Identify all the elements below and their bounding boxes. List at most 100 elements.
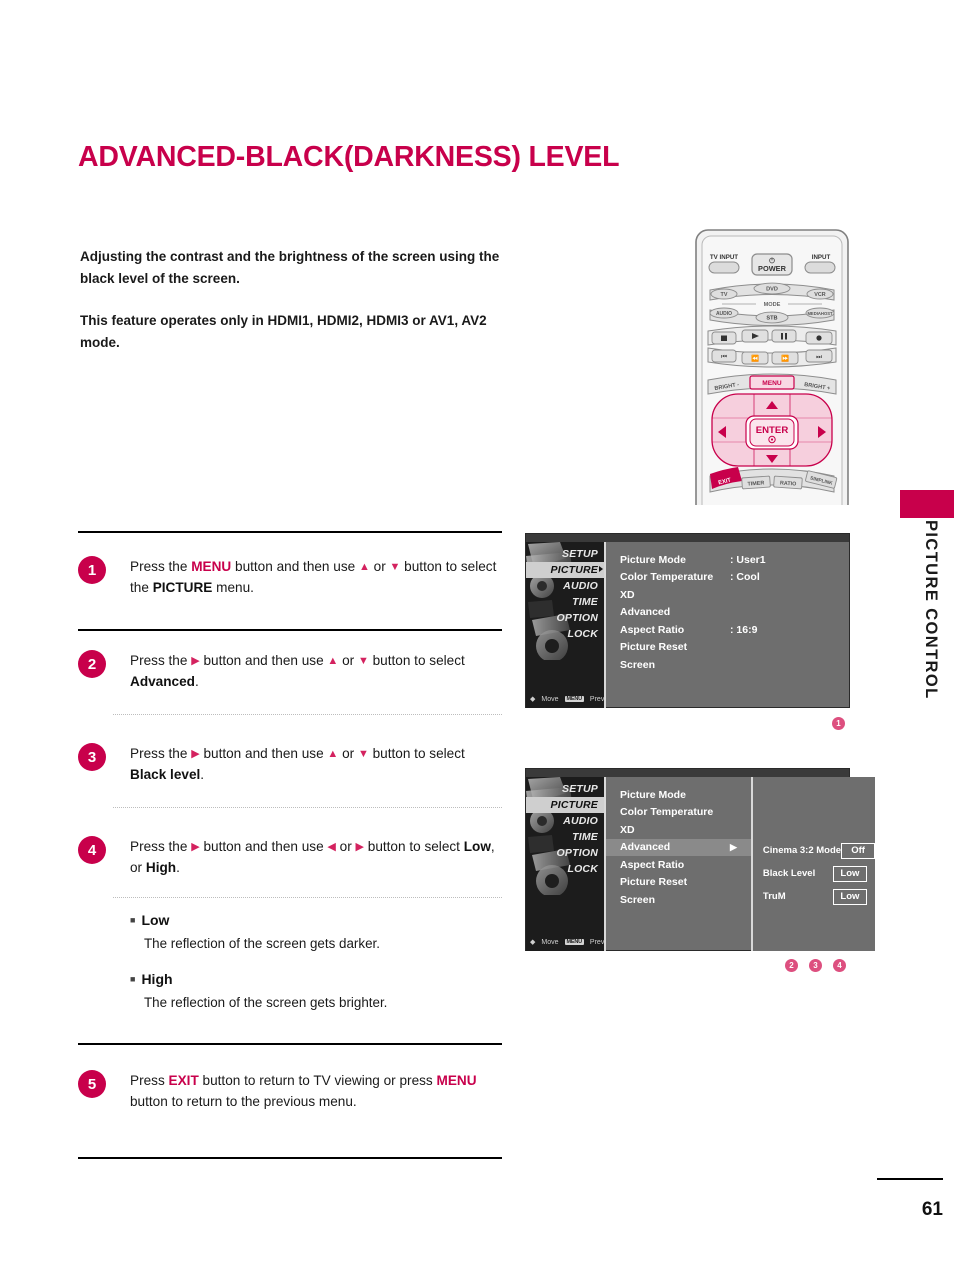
osd2-label-0: Picture Mode (620, 788, 686, 801)
remote-ratio-label: RATIO (780, 480, 797, 487)
right-arrow-icon (191, 749, 199, 760)
page-title: ADVANCED-BLACK(DARKNESS) LEVEL (78, 141, 620, 173)
osd-menu-advanced: SETUP PICTURE AUDIO TIME OPTION LOCK ◆ M… (525, 768, 876, 951)
step-1-mid2: or (369, 559, 390, 574)
section-label: PICTURE CONTROL (922, 520, 940, 700)
osd1-label-4: Aspect Ratio (620, 623, 685, 636)
step-3-pre: Press the (130, 746, 192, 761)
osd2-row-color-temperature[interactable]: Color Temperature (620, 804, 751, 822)
osd1-categories: SETUP PICTURE AUDIO TIME OPTION LOCK (526, 542, 604, 642)
osd2-row-xd[interactable]: XD (620, 821, 751, 839)
step-2: 2 Press the button and then use or butto… (78, 650, 502, 692)
osd2-footer-menu-key: MENU (564, 939, 584, 945)
fast-forward-icon: ⏩ (781, 355, 789, 363)
osd2-category-time[interactable]: TIME (526, 829, 604, 845)
svg-text:MEDIAHOST: MEDIAHOST (807, 311, 833, 316)
osd2-label-4: Aspect Ratio (620, 858, 685, 871)
osd2-category-picture[interactable]: PICTURE (526, 797, 604, 813)
step-4-text: Press the button and then use or button … (130, 836, 502, 878)
osd2-topbar (526, 769, 849, 777)
down-arrow-icon (358, 656, 369, 667)
move-icon: ◆ (530, 696, 536, 703)
osd2-submenu-value-0[interactable]: Off (841, 842, 876, 859)
step-1: 1 Press the MENU button and then use or … (78, 556, 502, 598)
step-3-target: Black level (130, 767, 201, 782)
osd2-category-option[interactable]: OPTION (526, 845, 604, 861)
osd2-row-screen[interactable]: Screen (620, 891, 751, 909)
osd2-row-picture-reset[interactable]: Picture Reset (620, 874, 751, 892)
remote-tv-input-button (708, 261, 740, 274)
step-5-number: 5 (78, 1070, 106, 1098)
svg-text:TV: TV (721, 292, 728, 298)
dotted-divider-1 (113, 714, 502, 715)
divider-bottom (78, 1157, 502, 1159)
step-3-text: Press the button and then use or button … (130, 743, 502, 785)
osd1-category-audio[interactable]: AUDIO (526, 578, 604, 594)
right-arrow-icon (191, 842, 199, 853)
dotted-divider-2 (113, 807, 502, 808)
osd1-items: Picture Mode : User1 Color Temperature :… (606, 542, 849, 708)
osd2-submenu-trum[interactable]: TruM Low (753, 887, 875, 906)
osd1-category-picture-label: PICTURE (550, 564, 598, 576)
osd2-row-picture-mode[interactable]: Picture Mode (620, 786, 751, 804)
osd1-label-1: Color Temperature (620, 571, 714, 584)
osd2-category-picture-label: PICTURE (550, 799, 598, 811)
osd1-row-aspect-ratio[interactable]: Aspect Ratio : 16:9 (620, 621, 849, 639)
osd2-label-1: Color Temperature (620, 806, 714, 819)
osd2-submenu-label-2: TruM (762, 891, 786, 902)
dotted-divider-3 (113, 897, 502, 898)
svg-text:STB: STB (766, 316, 777, 322)
osd1-row-color-temperature[interactable]: Color Temperature : Cool (620, 569, 849, 587)
right-arrow-icon (356, 842, 364, 853)
osd1-category-picture[interactable]: PICTURE (526, 562, 604, 578)
osd1-value-4: : 16:9 (730, 623, 758, 636)
skip-back-icon: ⏮ (721, 354, 727, 361)
osd2-row-aspect-ratio[interactable]: Aspect Ratio (620, 856, 751, 874)
osd1-label-3: Advanced (620, 606, 671, 619)
remote-power-label: POWER (758, 264, 787, 273)
pause-icon (781, 333, 783, 340)
osd2-label-3: Advanced (620, 841, 671, 854)
step-2-mid1: button and then use (199, 653, 328, 668)
osd2-category-lock[interactable]: LOCK (526, 861, 604, 877)
svg-text:DVD: DVD (766, 287, 778, 293)
svg-text:AUDIO: AUDIO (716, 311, 732, 317)
osd2-step-marker-2: 2 (785, 959, 798, 972)
remote-menu-label: MENU (762, 380, 782, 387)
chevron-right-icon (599, 566, 603, 572)
osd1-row-screen[interactable]: Screen (620, 656, 849, 674)
osd2-footer: ◆ Move MENU Prev (530, 938, 605, 947)
step-2-pre: Press the (130, 653, 192, 668)
osd2-submenu-cinema-32-mode[interactable]: Cinema 3:2 Mode Off (753, 841, 876, 860)
step-4-target-high: High (145, 860, 177, 875)
osd1-category-setup[interactable]: SETUP (526, 546, 604, 562)
osd1-category-option[interactable]: OPTION (526, 610, 604, 626)
osd1-row-picture-reset[interactable]: Picture Reset (620, 639, 849, 657)
step-3: 3 Press the button and then use or butto… (78, 743, 502, 785)
step-4-target-low: Low (463, 839, 491, 854)
remote-mode-label: MODE (764, 302, 781, 308)
manual-page: ADVANCED-BLACK(DARKNESS) LEVEL Adjusting… (0, 0, 954, 1272)
osd2-label-6: Screen (620, 893, 656, 906)
step-1-mid1: button and then use (231, 559, 359, 574)
osd1-row-xd[interactable]: XD (620, 586, 849, 604)
step-2-text: Press the button and then use or button … (130, 650, 502, 692)
page-number: 61 (921, 1199, 943, 1220)
explanation-low: Low The reflection of the screen gets da… (130, 912, 510, 954)
osd2-category-setup[interactable]: SETUP (526, 781, 604, 797)
remote-tv-input-label: TV INPUT (710, 254, 738, 261)
step-5-keyword-exit: EXIT (168, 1073, 199, 1088)
osd1-row-advanced[interactable]: Advanced (620, 604, 849, 622)
osd2-submenu-value-1[interactable]: Low (832, 865, 867, 882)
osd1-row-picture-mode[interactable]: Picture Mode : User1 (620, 551, 849, 569)
osd1-category-column: SETUP PICTURE AUDIO TIME OPTION LOCK ◆ M… (526, 542, 606, 708)
osd2-submenu-value-2[interactable]: Low (832, 888, 867, 905)
osd1-category-time[interactable]: TIME (526, 594, 604, 610)
osd2-submenu-black-level[interactable]: Black Level Low (753, 864, 875, 883)
divider-top (78, 531, 502, 533)
osd2-category-audio[interactable]: AUDIO (526, 813, 604, 829)
osd2-row-advanced[interactable]: Advanced ▶ (606, 838, 751, 856)
osd2-footer-move: Move (541, 938, 559, 946)
osd2-footer-prev: Prev (589, 938, 605, 946)
osd1-category-lock[interactable]: LOCK (526, 626, 604, 642)
